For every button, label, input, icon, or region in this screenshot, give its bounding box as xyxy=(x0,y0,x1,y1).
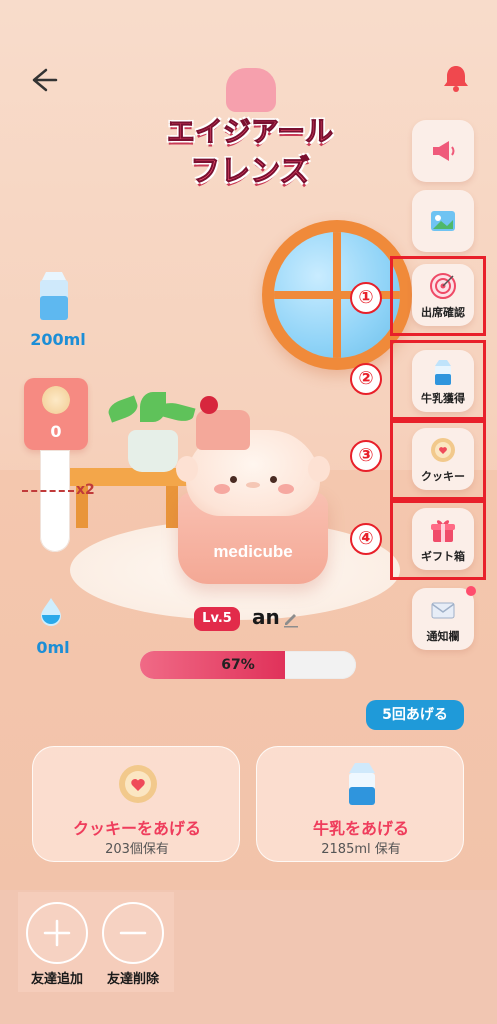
side-table xyxy=(66,468,192,528)
app-logo: エイジアール フレンズ xyxy=(150,68,350,190)
add-friend-label: 友達追加 xyxy=(30,972,83,987)
highlight-box-3 xyxy=(390,420,486,500)
side-label-notice: 通知欄 xyxy=(426,630,460,643)
jar-brand: medicube xyxy=(213,542,293,561)
water-drop-icon xyxy=(38,596,64,626)
plant-pot xyxy=(128,430,178,472)
cherry xyxy=(200,396,218,414)
remove-friend-button[interactable] xyxy=(102,902,164,964)
envelope-icon xyxy=(429,596,457,624)
pencil-icon[interactable] xyxy=(282,610,300,628)
progress-label: 67% xyxy=(221,657,255,673)
bell-icon[interactable] xyxy=(438,60,474,96)
milk-carton-icon xyxy=(38,270,70,322)
cookie-icon xyxy=(42,386,70,414)
cookie-gauge-card: 0 xyxy=(24,378,88,450)
highlight-box-2 xyxy=(390,340,486,420)
pet-name: an xyxy=(252,605,280,629)
level-badge: Lv.5 xyxy=(194,607,240,631)
give-cookie-button[interactable]: クッキーをあげる 203個保有 xyxy=(32,746,240,862)
album-button[interactable] xyxy=(412,190,474,252)
logo-line-2: フレンズ xyxy=(190,154,310,190)
number-badge-1: ① xyxy=(350,282,382,314)
gauge-tube xyxy=(40,450,70,552)
cake-hat xyxy=(196,410,250,450)
highlight-box-1 xyxy=(390,256,486,336)
back-arrow-icon[interactable] xyxy=(24,62,60,98)
notification-dot xyxy=(466,586,476,596)
highlight-box-4 xyxy=(390,500,486,580)
give-milk-button[interactable]: 牛乳をあげる 2185ml 保有 xyxy=(256,746,464,862)
growth-progress-bar: 67% xyxy=(140,651,356,679)
give-cookie-title: クッキーをあげる xyxy=(72,819,201,838)
number-badge-3: ③ xyxy=(350,440,382,472)
album-icon xyxy=(429,207,457,235)
milk-carton-icon xyxy=(341,761,383,807)
cookie-icon xyxy=(117,761,159,807)
milk-amount: 200ml xyxy=(30,330,86,349)
gauge-multiplier: x2 xyxy=(76,482,95,498)
give-five-times-button[interactable]: 5回あげる xyxy=(366,700,464,730)
megaphone-button[interactable] xyxy=(412,120,474,182)
notification-button[interactable]: 通知欄 xyxy=(412,586,476,650)
logo-line-1: エイジアール xyxy=(166,115,334,149)
remove-friend-label: 友達削除 xyxy=(106,972,159,987)
water-amount: 0ml xyxy=(36,638,70,657)
number-badge-4: ④ xyxy=(350,523,382,555)
megaphone-icon xyxy=(429,137,457,165)
add-friend-button[interactable] xyxy=(26,902,88,964)
give-milk-title: 牛乳をあげる xyxy=(312,819,409,838)
cookie-count: 0 xyxy=(50,422,62,441)
number-badge-2: ② xyxy=(350,363,382,395)
milk-owned-amount: 2185ml 保有 xyxy=(321,842,401,857)
cookie-owned-count: 203個保有 xyxy=(105,842,169,857)
gauge-threshold-line xyxy=(22,490,74,492)
